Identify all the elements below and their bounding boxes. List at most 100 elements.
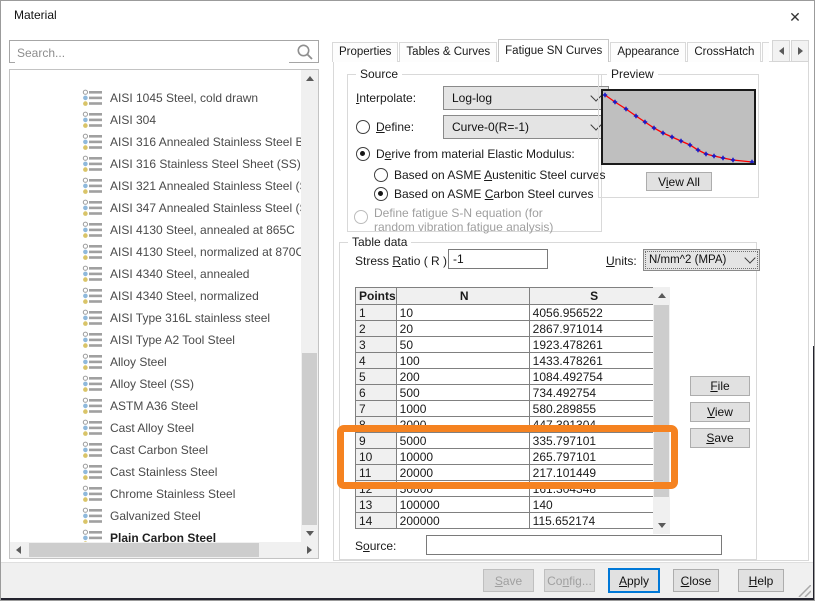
material-item[interactable]: AISI 316 Annealed Stainless Steel Bar xyxy=(10,131,301,153)
data-cell[interactable]: 1433.478261 xyxy=(529,353,656,369)
interpolate-combo-value: Log-log xyxy=(452,91,492,105)
data-cell[interactable]: 4056.956522 xyxy=(529,305,656,321)
material-item[interactable]: AISI 4130 Steel, normalized at 870C xyxy=(10,241,301,263)
table-vertical-scroll-thumb[interactable] xyxy=(654,305,669,497)
close-button[interactable]: Close xyxy=(673,569,719,592)
scroll-left-icon[interactable] xyxy=(10,542,27,558)
apply-button[interactable]: Apply xyxy=(608,568,660,593)
material-item-label: AISI 4340 Steel, annealed xyxy=(110,267,249,281)
data-cell[interactable]: 1000 xyxy=(396,401,529,417)
material-icon xyxy=(82,397,103,415)
material-icon xyxy=(82,507,103,525)
view-all-button[interactable]: View All xyxy=(646,172,712,191)
material-item[interactable]: AISI 347 Annealed Stainless Steel (SS) xyxy=(10,197,301,219)
material-item[interactable]: AISI 4340 Steel, normalized xyxy=(10,285,301,307)
save-button-label: Save xyxy=(495,574,522,588)
data-cell[interactable]: 100 xyxy=(396,353,529,369)
data-cell[interactable]: 10000 xyxy=(396,449,529,465)
data-cell[interactable]: 217.101449 xyxy=(529,465,656,481)
tree-vertical-scroll-thumb[interactable] xyxy=(302,353,317,532)
data-cell[interactable]: 335.797101 xyxy=(529,433,656,449)
material-icon xyxy=(82,89,103,107)
data-cell[interactable]: 734.492754 xyxy=(529,385,656,401)
material-item[interactable]: AISI 4130 Steel, annealed at 865C xyxy=(10,219,301,241)
material-item[interactable]: AISI 321 Annealed Stainless Steel (SS) xyxy=(10,175,301,197)
data-cell[interactable]: 447.391304 xyxy=(529,417,656,433)
material-item-label: ASTM A36 Steel xyxy=(110,399,198,413)
data-cell[interactable]: 2867.971014 xyxy=(529,321,656,337)
resize-grip[interactable] xyxy=(795,585,811,597)
close-icon[interactable]: ✕ xyxy=(781,5,809,29)
material-item[interactable]: Alloy Steel (SS) xyxy=(10,373,301,395)
data-cell[interactable]: 200000 xyxy=(396,513,529,529)
material-icon xyxy=(82,463,103,481)
tab-properties[interactable]: Properties xyxy=(332,42,398,62)
interpolate-combo[interactable]: Log-log xyxy=(443,86,609,110)
save-table-button-label: Save xyxy=(706,431,733,445)
data-cell[interactable]: 1923.478261 xyxy=(529,337,656,353)
tab-crosshatch[interactable]: CrossHatch xyxy=(687,42,761,62)
scroll-down-icon[interactable] xyxy=(301,525,318,542)
data-cell[interactable]: 50 xyxy=(396,337,529,353)
material-item[interactable]: Cast Alloy Steel xyxy=(10,417,301,439)
material-item[interactable]: Plain Carbon Steel xyxy=(10,527,301,542)
table-source-input[interactable] xyxy=(426,535,722,555)
material-item[interactable]: Chrome Stainless Steel xyxy=(10,483,301,505)
data-cell[interactable]: 10 xyxy=(396,305,529,321)
tab-scroll-right-icon[interactable] xyxy=(791,40,809,62)
data-cell[interactable]: 580.289855 xyxy=(529,401,656,417)
search-input[interactable] xyxy=(15,42,289,63)
tree-horizontal-scrollbar[interactable] xyxy=(10,542,318,558)
tab-tables-curves[interactable]: Tables & Curves xyxy=(399,42,497,62)
data-cell[interactable]: 100000 xyxy=(396,497,529,513)
data-cell[interactable]: 5000 xyxy=(396,433,529,449)
material-item[interactable]: AISI Type 316L stainless steel xyxy=(10,307,301,329)
material-icon xyxy=(82,353,103,371)
data-cell[interactable]: 50000 xyxy=(396,481,529,497)
material-item[interactable]: Cast Carbon Steel xyxy=(10,439,301,461)
define-curve-combo[interactable]: Curve-0(R=-1) xyxy=(443,115,609,139)
scroll-up-icon[interactable] xyxy=(301,70,318,87)
material-item[interactable]: AISI 1045 Steel, cold drawn xyxy=(10,87,301,109)
table-row: 95000335.797101 xyxy=(356,433,657,449)
data-cell[interactable]: 140 xyxy=(529,497,656,513)
derive-from-modulus-radio[interactable]: Derive from material Elastic Modulus: xyxy=(356,147,575,161)
material-item[interactable]: Galvanized Steel xyxy=(10,505,301,527)
material-item[interactable]: AISI 4340 Steel, annealed xyxy=(10,263,301,285)
tab-scroll-left-icon[interactable] xyxy=(772,40,790,62)
help-button[interactable]: Help xyxy=(738,569,784,592)
save-table-button[interactable]: Save xyxy=(690,428,750,448)
data-cell[interactable]: 1084.492754 xyxy=(529,369,656,385)
data-cell[interactable]: 200 xyxy=(396,369,529,385)
table-vertical-scrollbar[interactable] xyxy=(653,287,670,534)
scroll-up-icon[interactable] xyxy=(653,287,670,304)
view-button[interactable]: View xyxy=(690,402,750,422)
file-button[interactable]: File xyxy=(690,376,750,396)
material-item[interactable]: AISI 304 xyxy=(10,109,301,131)
material-item[interactable]: ASTM A36 Steel xyxy=(10,395,301,417)
data-cell[interactable]: 265.797101 xyxy=(529,449,656,465)
material-item[interactable]: Alloy Steel xyxy=(10,351,301,373)
data-cell[interactable]: 115.652174 xyxy=(529,513,656,529)
asme-austenitic-radio[interactable]: Based on ASME Austenitic Steel curves xyxy=(374,168,605,182)
tab-fatigue-sn-curves[interactable]: Fatigue SN Curves xyxy=(498,39,609,62)
material-item[interactable]: Cast Stainless Steel xyxy=(10,461,301,483)
stress-ratio-input[interactable] xyxy=(448,249,548,269)
data-cell[interactable]: 20000 xyxy=(396,465,529,481)
source-group: Source Interpolate: Log-log Define: Curv… xyxy=(347,74,602,232)
data-cell[interactable]: 161.304348 xyxy=(529,481,656,497)
data-cell[interactable]: 20 xyxy=(396,321,529,337)
material-item[interactable]: AISI Type A2 Tool Steel xyxy=(10,329,301,351)
data-cell[interactable]: 500 xyxy=(396,385,529,401)
units-combo[interactable]: N/mm^2 (MPA) xyxy=(643,249,760,271)
asme-carbon-radio[interactable]: Based on ASME Carbon Steel curves xyxy=(374,187,593,201)
tree-horizontal-scroll-thumb[interactable] xyxy=(29,543,259,557)
data-cell[interactable]: 2000 xyxy=(396,417,529,433)
tab-appearance[interactable]: Appearance xyxy=(610,42,686,62)
tree-vertical-scrollbar[interactable] xyxy=(301,70,318,542)
tab-custom[interactable]: Custom xyxy=(762,42,769,62)
scroll-down-icon[interactable] xyxy=(653,517,670,534)
define-radio[interactable]: Define: xyxy=(356,120,414,134)
scroll-right-icon[interactable] xyxy=(301,542,318,558)
material-item[interactable]: AISI 316 Stainless Steel Sheet (SS) xyxy=(10,153,301,175)
